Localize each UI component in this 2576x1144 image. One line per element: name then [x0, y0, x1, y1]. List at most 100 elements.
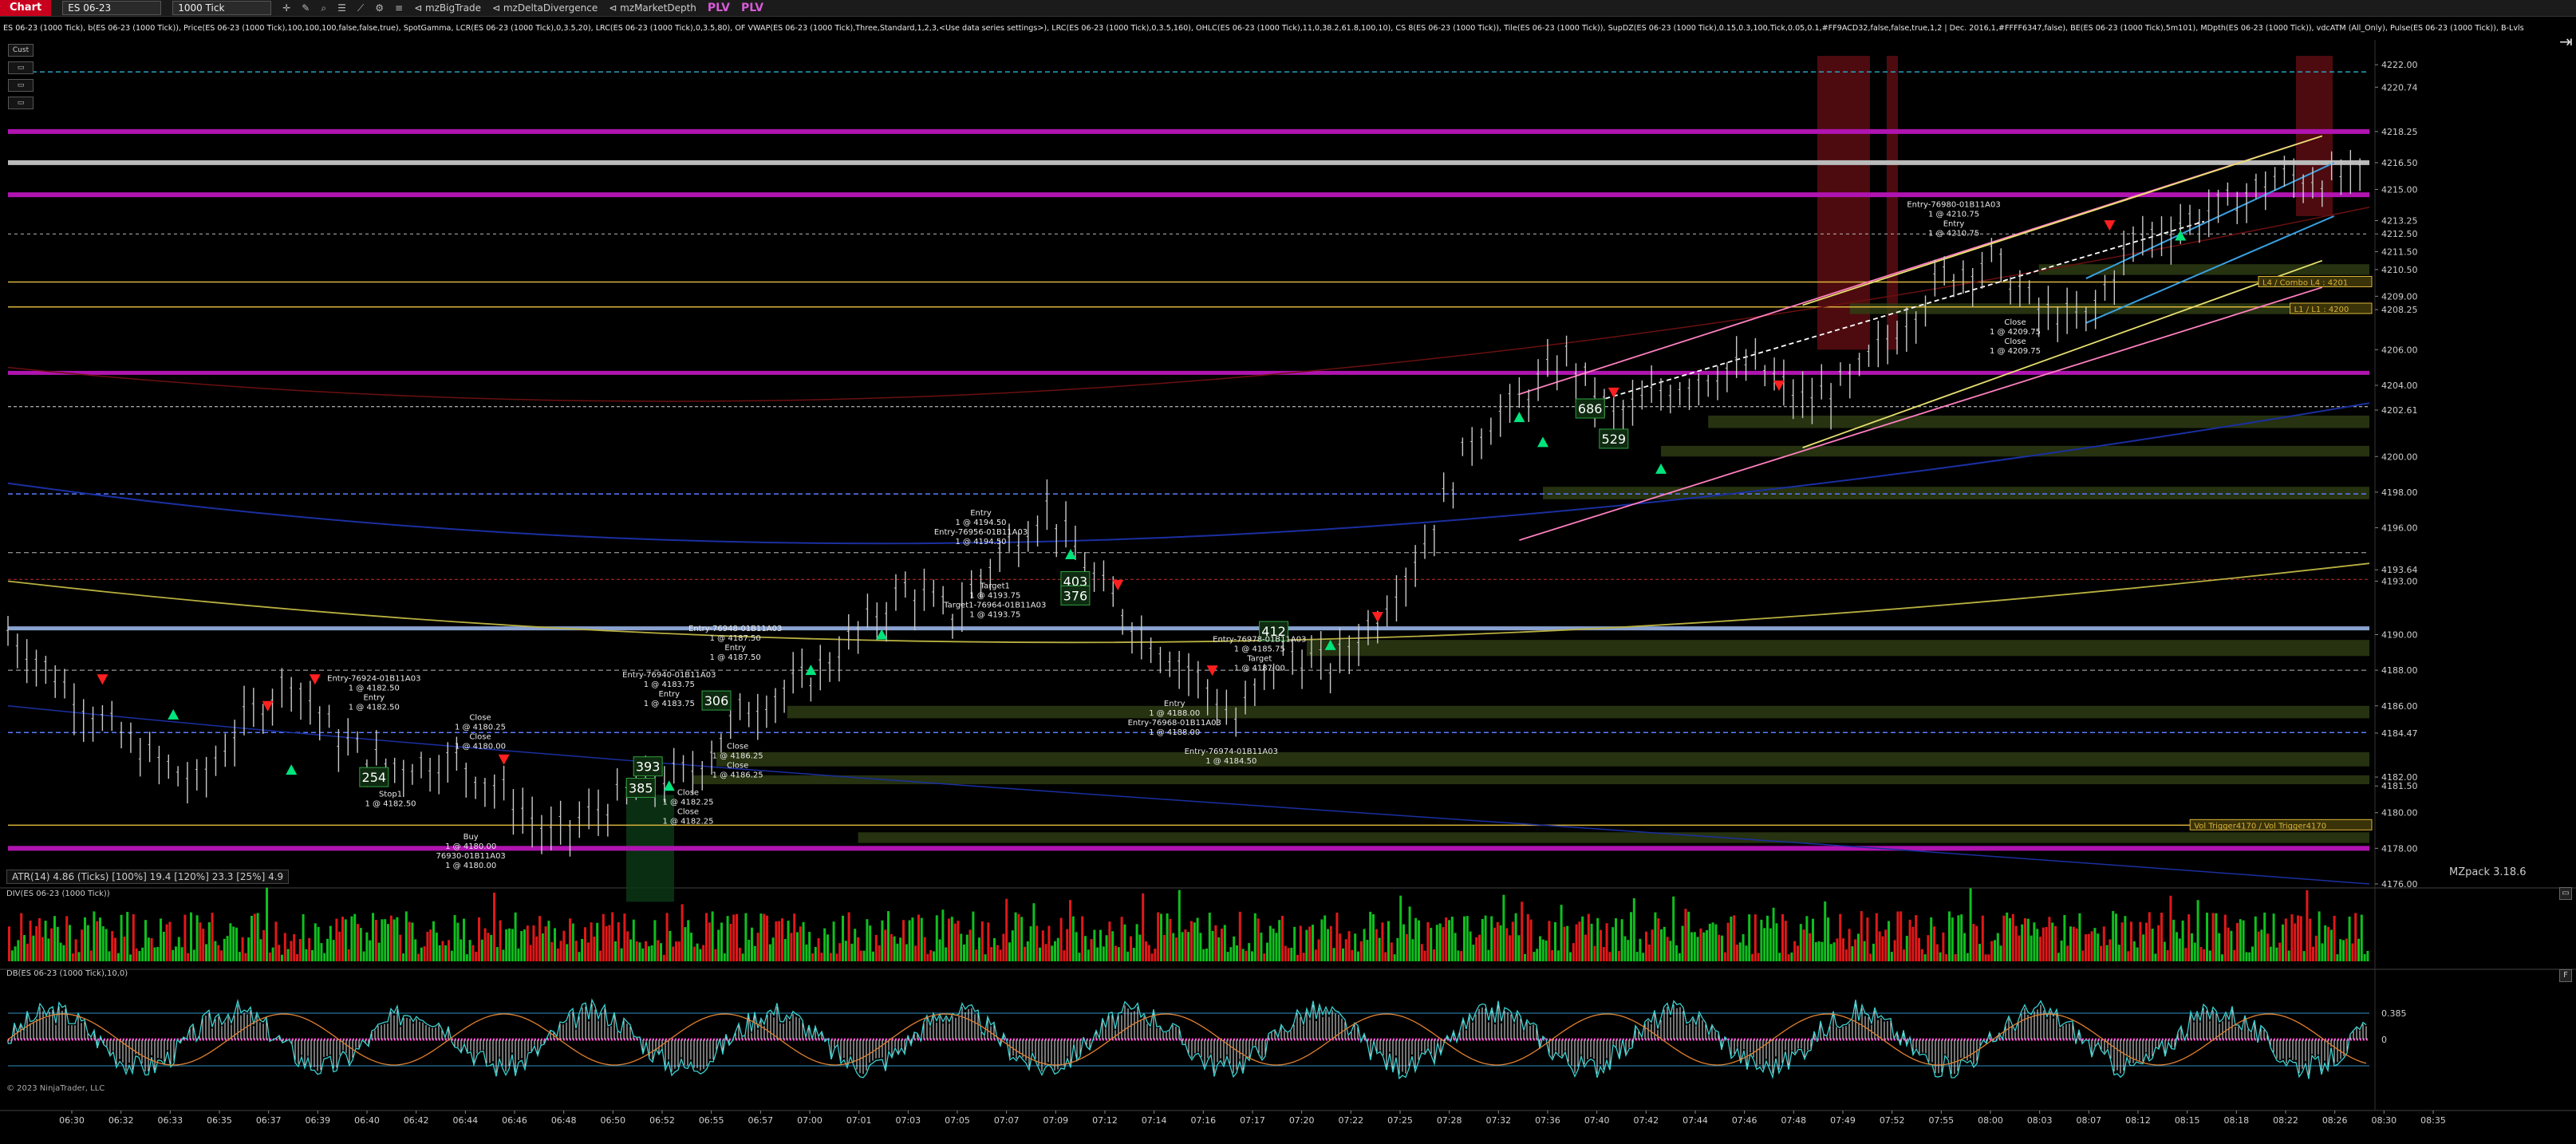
volume-bar	[1327, 929, 1329, 961]
volume-bar	[653, 920, 657, 961]
tool-button-1[interactable]: ▭	[8, 61, 34, 74]
interval-select[interactable]: 1000 Tick	[172, 1, 272, 15]
volume-bar	[778, 921, 781, 961]
volume-bar	[150, 937, 153, 961]
instrument-select[interactable]: ES 06-23	[62, 1, 162, 15]
time-axis-label: 07:28	[1437, 1115, 1462, 1126]
volume-bar	[1978, 944, 1981, 961]
volume-bar	[2169, 895, 2172, 961]
volume-bar	[1975, 925, 1978, 961]
toolbar-link-deltadivergence[interactable]: ⊲ mzDeltaDivergence	[492, 2, 598, 14]
pencil-icon[interactable]: ✎	[302, 2, 310, 14]
strategy-icon[interactable]: ⚙	[375, 2, 384, 14]
trade-execution-label: Close	[677, 807, 699, 816]
volume-bar	[948, 918, 950, 961]
volume-bar	[311, 949, 314, 961]
volume-bar	[2002, 915, 2006, 961]
volume-bar	[1736, 945, 1738, 961]
properties-icon[interactable]: ☰	[337, 2, 346, 14]
trade-execution-label: 1 @ 4187.50	[710, 634, 761, 643]
volume-bar	[1563, 926, 1566, 961]
volume-bar	[369, 940, 372, 961]
volume-bar	[2223, 914, 2227, 961]
volume-bar	[1802, 929, 1805, 961]
volume-bar	[893, 936, 896, 961]
sell-signal-arrow	[1371, 612, 1383, 623]
trade-execution-label: Entry-76948-01B11A03	[688, 625, 782, 633]
trade-execution-label: 1 @ 4193.75	[969, 610, 1020, 619]
volume-bar	[1696, 937, 1699, 961]
volume-bar	[802, 921, 805, 961]
volume-bar	[623, 913, 626, 961]
atr-readout: ATR(14) 4.86 (Ticks) [100%] 19.4 [120%] …	[6, 870, 290, 884]
volume-bar	[44, 921, 47, 961]
volume-bar	[490, 934, 493, 961]
volume-bar	[1287, 948, 1290, 961]
volume-bar	[717, 929, 720, 961]
plv-button-1[interactable]: PLV	[708, 2, 730, 14]
crosshair-icon[interactable]: ✛	[282, 2, 290, 14]
toolbar-link-bigtrade[interactable]: ⊲ mzBigTrade	[414, 2, 481, 14]
volume-bar	[1821, 941, 1824, 961]
volume-bar	[771, 937, 775, 961]
volume-bar	[465, 954, 468, 961]
time-axis-label: 08:03	[2027, 1115, 2053, 1126]
volume-bar	[1615, 918, 1617, 961]
volume-bar	[1893, 940, 1896, 961]
volume-bar	[2351, 943, 2354, 961]
volume-bar	[126, 912, 129, 961]
pane-collapse-button[interactable]: ▭	[2559, 887, 2572, 900]
toolbar-link-marketdepth[interactable]: ⊲ mzMarketDepth	[609, 2, 696, 14]
volume-bar	[93, 911, 96, 961]
chart-canvas[interactable]: 4222.00 4220.74 4218.25 4216.50 4215.00 4213.…	[0, 16, 2576, 1144]
menu-icon[interactable]: ≡	[395, 2, 403, 14]
volume-bar	[1915, 915, 1918, 961]
volume-bar	[2309, 918, 2312, 961]
volume-bar	[256, 913, 259, 961]
trade-execution-label: Stop1	[379, 791, 402, 799]
supply-demand-zone	[692, 775, 2370, 784]
volume-bar	[10, 950, 14, 961]
volume-bar	[1460, 951, 1463, 961]
volume-bar	[705, 913, 708, 961]
volume-count-text: 393	[636, 759, 661, 775]
oscillator-axis-label: 0	[2381, 1035, 2387, 1045]
volume-bar	[1335, 913, 1339, 961]
volume-bar	[1654, 912, 1657, 961]
volume-bar	[1275, 933, 1278, 961]
volume-bar	[957, 921, 960, 961]
volume-bar	[1702, 932, 1706, 961]
pane-f-button[interactable]: F	[2559, 969, 2572, 982]
volume-bar	[790, 933, 793, 961]
volume-bar	[2363, 953, 2366, 961]
price-axis-label: 4211.50	[2381, 247, 2418, 258]
tool-button-2[interactable]: ▭	[8, 79, 34, 92]
volume-bar	[920, 917, 923, 961]
volume-bar	[1602, 947, 1605, 961]
volume-bar	[2329, 929, 2333, 961]
volume-bar	[253, 913, 256, 961]
volume-bar	[1672, 896, 1675, 961]
volume-bar	[1945, 954, 1948, 961]
plv-button-2[interactable]: PLV	[741, 2, 763, 14]
scroll-right-arrow-icon[interactable]: ⇥	[2559, 32, 2573, 51]
drawing-tools-icon[interactable]: ⟋	[357, 2, 364, 14]
time-axis-label: 06:42	[404, 1115, 429, 1126]
volume-bar	[2299, 916, 2302, 961]
volume-bar	[350, 916, 353, 961]
volume-bar	[2278, 942, 2282, 961]
custom-tool-button[interactable]: Cust	[8, 44, 34, 57]
volume-bar	[135, 948, 138, 961]
tool-button-3[interactable]: ▭	[8, 97, 34, 109]
zoom-icon[interactable]: ⌕	[321, 2, 326, 14]
volume-bar	[1999, 945, 2002, 961]
chart-tab[interactable]: Chart	[0, 0, 52, 16]
time-axis-label: 07:03	[895, 1115, 921, 1126]
volume-bar	[1839, 913, 1842, 961]
volume-bar	[502, 949, 505, 961]
volume-bar	[357, 924, 359, 961]
volume-bar	[1733, 915, 1736, 961]
volume-bar	[187, 953, 190, 961]
volume-bar	[478, 917, 480, 961]
volume-bar	[229, 923, 232, 961]
